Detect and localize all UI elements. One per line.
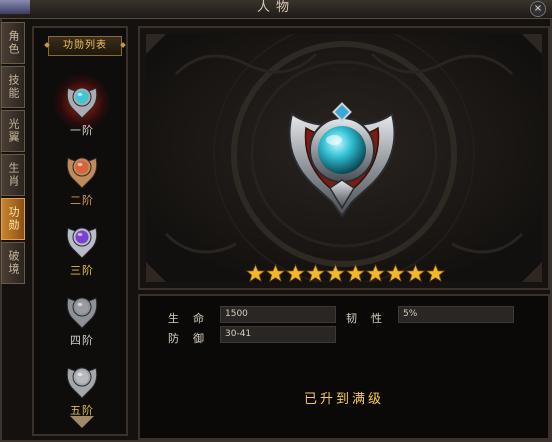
toughness-value: 5% [398, 306, 514, 323]
medal-tier-label: 三阶 [70, 264, 94, 277]
star-icon [266, 264, 285, 283]
medal-tier-label: 二阶 [70, 194, 94, 207]
medal-list-item[interactable]: 二阶 [54, 148, 110, 214]
window-title: 人物 [256, 0, 295, 15]
medal-list-panel: 功勋列表 一阶二阶三阶四阶五阶 [32, 26, 128, 436]
selected-medal-icon [288, 102, 396, 218]
medal-icon [66, 157, 98, 189]
scroll-down-arrow-icon[interactable] [70, 416, 94, 428]
star-icon [246, 264, 265, 283]
star-icon [366, 264, 385, 283]
star-icon [346, 264, 365, 283]
star-icon [306, 264, 325, 283]
defense-label: 防御 [168, 332, 218, 345]
toughness-label: 韧性 [346, 312, 396, 325]
medal-tier-label: 一阶 [70, 124, 94, 137]
tab-1[interactable]: 技能 [1, 66, 25, 108]
tab-4[interactable]: 功勋 [1, 198, 25, 240]
medal-list-item[interactable]: 三阶 [54, 218, 110, 284]
medal-icon [66, 227, 98, 259]
medal-display-panel [138, 26, 550, 290]
star-icon [386, 264, 405, 283]
medal-icon [66, 297, 98, 329]
tab-2[interactable]: 光翼 [1, 110, 25, 152]
medal-icon [66, 367, 98, 399]
title-bar: 人物 × [0, 0, 552, 19]
close-button[interactable]: × [530, 1, 546, 17]
hp-value: 1500 [220, 306, 336, 323]
stats-panel: 生命 1500 韧性 5% 防御 30-41 已升到满级 [138, 294, 550, 440]
hp-label: 生命 [168, 312, 218, 325]
medal-tier-label: 四阶 [70, 334, 94, 347]
star-icon [326, 264, 345, 283]
star-icon [406, 264, 425, 283]
medal-list-header: 功勋列表 [48, 36, 122, 56]
medal-list-item[interactable]: 五阶 [54, 358, 110, 424]
medal-icon [66, 87, 98, 119]
tab-3[interactable]: 生肖 [1, 154, 25, 196]
max-level-status: 已升到满级 [303, 392, 384, 407]
side-tabs: 角色 技能 光翼 生肖 功勋 破境 [0, 22, 26, 442]
star-icon [426, 264, 445, 283]
tab-5[interactable]: 破境 [1, 242, 25, 284]
star-icon [286, 264, 305, 283]
defense-value: 30-41 [220, 326, 336, 343]
star-rating [246, 264, 446, 284]
tab-0[interactable]: 角色 [1, 22, 25, 64]
medal-list-item[interactable]: 四阶 [54, 288, 110, 354]
medal-list-item[interactable]: 一阶 [54, 74, 110, 144]
